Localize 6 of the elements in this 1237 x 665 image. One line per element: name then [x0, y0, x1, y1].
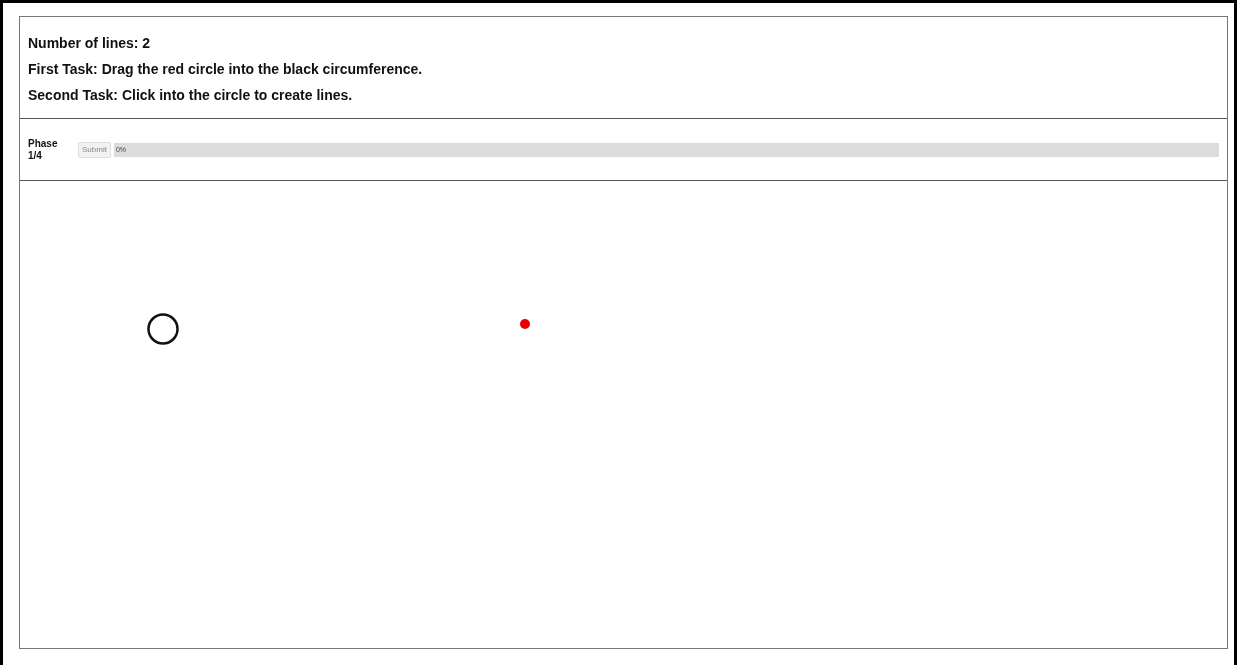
drag-dot[interactable] — [520, 319, 530, 329]
phase-label: Phase 1/4 — [28, 137, 59, 162]
target-circle — [147, 313, 179, 345]
instruction-text: First Task: Drag the red circle into the black circumference. — [28, 61, 424, 78]
instruction-text: Number of lines: 2 — [28, 35, 152, 52]
instruction-text: Second Task: Click into the circle to create lines. — [28, 87, 354, 104]
